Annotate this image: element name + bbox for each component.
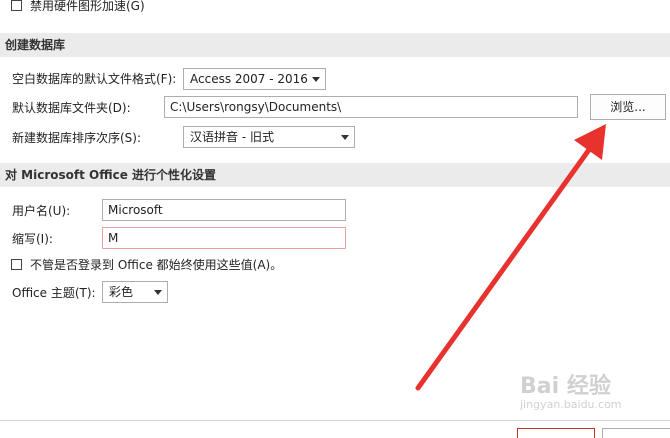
- dialog-footer-divider: [0, 420, 670, 421]
- watermark-url: jingyan.baidu.com: [520, 398, 622, 411]
- ok-button[interactable]: [517, 428, 595, 438]
- watermark-logo: Bai 经验: [520, 374, 611, 399]
- cancel-button[interactable]: [602, 428, 670, 438]
